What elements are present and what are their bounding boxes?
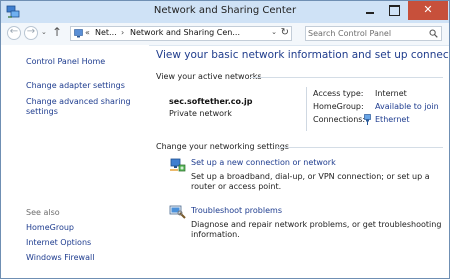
back-button[interactable]: ← — [7, 26, 21, 40]
see-also-heading: See also — [26, 208, 60, 217]
recent-locations-chevron-icon[interactable]: ⌄ — [41, 28, 47, 36]
maximize-button[interactable] — [382, 1, 406, 20]
network-setup-icon — [170, 158, 186, 172]
sidebar-link-internet-options[interactable]: Internet Options — [26, 238, 91, 248]
section-divider — [277, 147, 443, 148]
close-button[interactable]: ✕ — [408, 1, 448, 20]
sidebar: Control Panel Home Change adapter settin… — [1, 45, 149, 278]
sidebar-link-line2: settings — [26, 107, 58, 116]
networking-settings-header: Change your networking settings — [156, 142, 290, 151]
control-panel-icon — [74, 29, 83, 38]
troubleshoot-icon — [169, 205, 186, 219]
page-title: View your basic network information and … — [156, 49, 450, 61]
breadcrumb-network[interactable]: Net... — [95, 28, 117, 37]
search-icon[interactable] — [429, 29, 438, 38]
search-input[interactable] — [308, 27, 426, 40]
close-icon: ✕ — [423, 3, 433, 16]
minimize-icon — [366, 12, 374, 14]
address-bar[interactable]: « Net... › Network and Sharing Cen... ⌄ … — [70, 26, 292, 41]
address-toolbar: ← → ⌄ ↑ « Net... › Network and Sharing C… — [1, 23, 449, 46]
setup-connection-description: Set up a broadband, dial-up, or VPN conn… — [191, 172, 430, 191]
troubleshoot-description: Diagnose and repair network problems, or… — [191, 220, 442, 239]
main-content: View your basic network information and … — [149, 45, 450, 278]
ethernet-connection-link[interactable]: Ethernet — [375, 115, 409, 124]
sidebar-link-change-advanced-sharing-settings[interactable]: Change advanced sharing settings — [26, 97, 131, 117]
address-overflow-chevron-icon[interactable]: « — [85, 28, 90, 37]
sidebar-link-homegroup[interactable]: HomeGroup — [26, 223, 74, 233]
up-button[interactable]: ↑ — [52, 25, 62, 39]
refresh-icon[interactable]: ↻ — [281, 27, 289, 38]
minimize-button[interactable] — [358, 1, 382, 20]
section-divider — [250, 77, 443, 78]
ethernet-icon — [364, 114, 371, 125]
breadcrumb-network-sharing-center[interactable]: Network and Sharing Cen... — [130, 28, 240, 37]
network-divider — [306, 87, 307, 131]
homegroup-link[interactable]: Available to join — [375, 102, 439, 111]
sidebar-link-windows-firewall[interactable]: Windows Firewall — [26, 253, 94, 263]
access-type-label: Access type: — [313, 89, 364, 98]
maximize-icon — [389, 5, 400, 16]
connections-label: Connections: — [313, 115, 366, 124]
forward-arrow-icon: → — [26, 26, 36, 37]
setup-connection-link[interactable]: Set up a new connection or network — [191, 158, 336, 167]
homegroup-label: HomeGroup: — [313, 102, 364, 111]
network-name: sec.softether.co.jp — [169, 97, 253, 106]
search-box[interactable] — [305, 26, 442, 41]
address-dropdown-icon[interactable]: ⌄ — [271, 28, 277, 36]
active-networks-header: View your active networks — [156, 72, 262, 81]
access-type-value: Internet — [375, 89, 407, 98]
sidebar-link-change-adapter-settings[interactable]: Change adapter settings — [26, 81, 125, 91]
troubleshoot-link[interactable]: Troubleshoot problems — [191, 206, 282, 215]
sidebar-link-control-panel-home[interactable]: Control Panel Home — [26, 57, 105, 67]
sidebar-link-line1: Change advanced sharing — [26, 97, 131, 106]
back-arrow-icon: ← — [9, 26, 19, 37]
breadcrumb-separator-icon[interactable]: › — [121, 28, 124, 37]
window: Network and Sharing Center ✕ ← → ⌄ ↑ « N… — [0, 0, 450, 279]
forward-button[interactable]: → — [24, 26, 38, 40]
network-type-link[interactable]: Private network — [169, 109, 232, 118]
title-bar[interactable]: Network and Sharing Center ✕ — [1, 1, 449, 24]
